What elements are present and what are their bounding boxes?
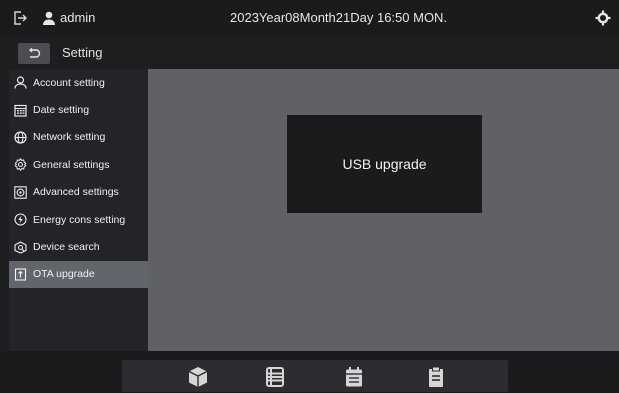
usb-upgrade-button[interactable]: USB upgrade [287, 115, 482, 213]
person-icon [13, 76, 27, 90]
schedule-icon[interactable] [344, 366, 364, 388]
box-icon[interactable] [188, 366, 208, 388]
page-title: Setting [62, 45, 103, 60]
back-arrow-icon [28, 47, 41, 58]
sidebar-item-date-setting[interactable]: Date setting [9, 96, 148, 123]
sidebar-item-energy-cons-setting[interactable]: Energy cons setting [9, 206, 148, 233]
clipboard-icon[interactable] [426, 366, 446, 388]
main-content: USB upgrade [148, 69, 619, 351]
page-header: Setting [0, 40, 619, 66]
globe-icon [13, 130, 27, 144]
device-search-icon [13, 240, 27, 254]
gear-icon[interactable] [595, 10, 611, 26]
sidebar-item-label: Date setting [33, 104, 90, 117]
sidebar-item-label: General settings [33, 158, 110, 171]
sidebar-item-advanced-settings[interactable]: Advanced settings [9, 179, 148, 206]
sidebar-item-label: OTA upgrade [33, 268, 95, 281]
sidebar-item-label: Account setting [33, 76, 105, 89]
advanced-gear-icon [13, 185, 27, 199]
bottom-dock [122, 360, 508, 392]
bottom-bar [0, 351, 619, 393]
sidebar-item-label: Network setting [33, 131, 106, 144]
back-button[interactable] [18, 43, 50, 64]
user-icon [43, 11, 55, 25]
username: admin [60, 10, 96, 25]
sidebar-item-device-search[interactable]: Device search [9, 233, 148, 260]
sidebar-item-ota-upgrade[interactable]: OTA upgrade [9, 260, 148, 289]
settings-sidebar: Account setting Date setting Network set… [9, 69, 148, 351]
energy-icon [13, 213, 27, 227]
usb-upgrade-label: USB upgrade [342, 156, 427, 172]
list-icon[interactable] [265, 366, 285, 388]
calendar-icon [13, 103, 27, 117]
top-bar: admin 2023Year08Month21Day 16:50 MON. [0, 0, 619, 36]
ota-upgrade-icon [13, 267, 27, 281]
sidebar-item-label: Advanced settings [33, 186, 119, 199]
date-time: 2023Year08Month21Day 16:50 MON. [230, 10, 448, 25]
sidebar-item-account-setting[interactable]: Account setting [9, 69, 148, 96]
sidebar-item-network-setting[interactable]: Network setting [9, 124, 148, 151]
gear-outline-icon [13, 158, 27, 172]
logout-icon[interactable] [12, 10, 28, 26]
sidebar-item-label: Device search [33, 241, 100, 254]
sidebar-item-general-settings[interactable]: General settings [9, 151, 148, 178]
sidebar-item-label: Energy cons setting [33, 213, 126, 226]
